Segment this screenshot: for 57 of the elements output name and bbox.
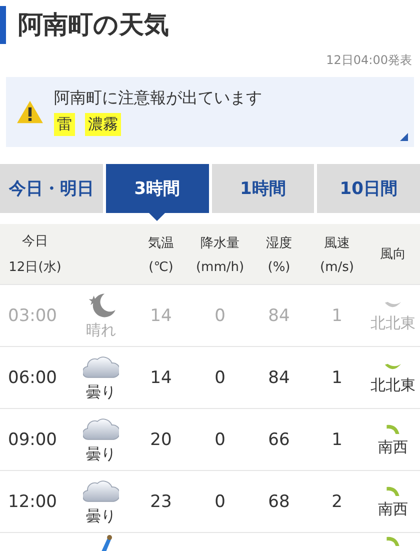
column-header: 湿度 [266,234,292,252]
wind-speed-cell: 1 [332,306,342,326]
time-cell: 09:00 [8,430,57,450]
warning-tag: 濃霧 [85,113,121,136]
humidity-cell: 84 [268,368,290,388]
time-cell: 12:00 [8,492,57,512]
alert-message: 阿南町に注意報が出ています [54,88,262,109]
temperature-cell: 20 [150,430,172,450]
issued-time: 12日04:00発表 [325,52,413,69]
alert-panel[interactable]: 阿南町に注意報が出ています 雷 濃霧 [6,77,414,147]
precipitation-cell: 0 [214,368,226,388]
accent-bar [0,6,6,44]
cloud-icon [83,416,119,442]
humidity-cell: 66 [268,430,290,450]
weather-label: 曇り [86,444,116,464]
precipitation-cell: 0 [214,492,226,512]
cloud-icon [83,478,119,504]
wind-arrow-icon [384,535,402,548]
column-unit: (℃) [148,260,174,274]
humidity-cell: 68 [268,492,290,512]
tab[interactable]: 1時間 [212,164,314,213]
wind-arrow-icon [384,422,402,436]
column-unit: (m/s) [320,260,354,274]
wind-direction: 北北東 [370,376,416,394]
column-unit: (%) [268,260,290,274]
weather-label: 曇り [86,382,116,402]
weather-label: 曇り [86,506,116,526]
page-title: 阿南町の天気 [18,9,169,41]
column-header: 気温 [148,234,174,252]
wind-direction: 南西 [378,438,408,456]
column-header: 風向 [380,246,406,263]
wind-speed-cell: 1 [332,430,342,450]
weather-label: 晴れ [86,320,116,340]
column-header: 風速 [324,234,350,252]
tab[interactable]: 今日・明日 [0,164,103,213]
humidity-cell: 84 [268,306,290,326]
warning-icon [16,100,44,124]
temperature-cell: 23 [150,492,172,512]
wind-speed-cell: 1 [332,368,342,388]
warning-tag: 雷 [54,113,75,136]
cloud-icon [83,354,119,380]
time-cell: 03:00 [8,306,57,326]
wind-direction: 北北東 [370,314,416,332]
precipitation-cell: 0 [214,430,226,450]
temperature-cell: 14 [150,306,172,326]
column-unit: (mm/h) [196,260,244,274]
time-cell: 06:00 [8,368,57,388]
precipitation-cell: 0 [214,306,226,326]
column-unit: 12日(水) [8,259,62,276]
column-header: 降水量 [200,234,240,252]
column-header: 今日 [22,233,48,250]
wind-speed-cell: 2 [332,492,342,512]
corner-triangle-icon [400,133,408,141]
tab[interactable]: 10日間 [317,164,420,213]
temperature-cell: 14 [150,368,172,388]
wind-direction: 南西 [378,500,408,518]
wind-arrow-icon [384,484,402,498]
